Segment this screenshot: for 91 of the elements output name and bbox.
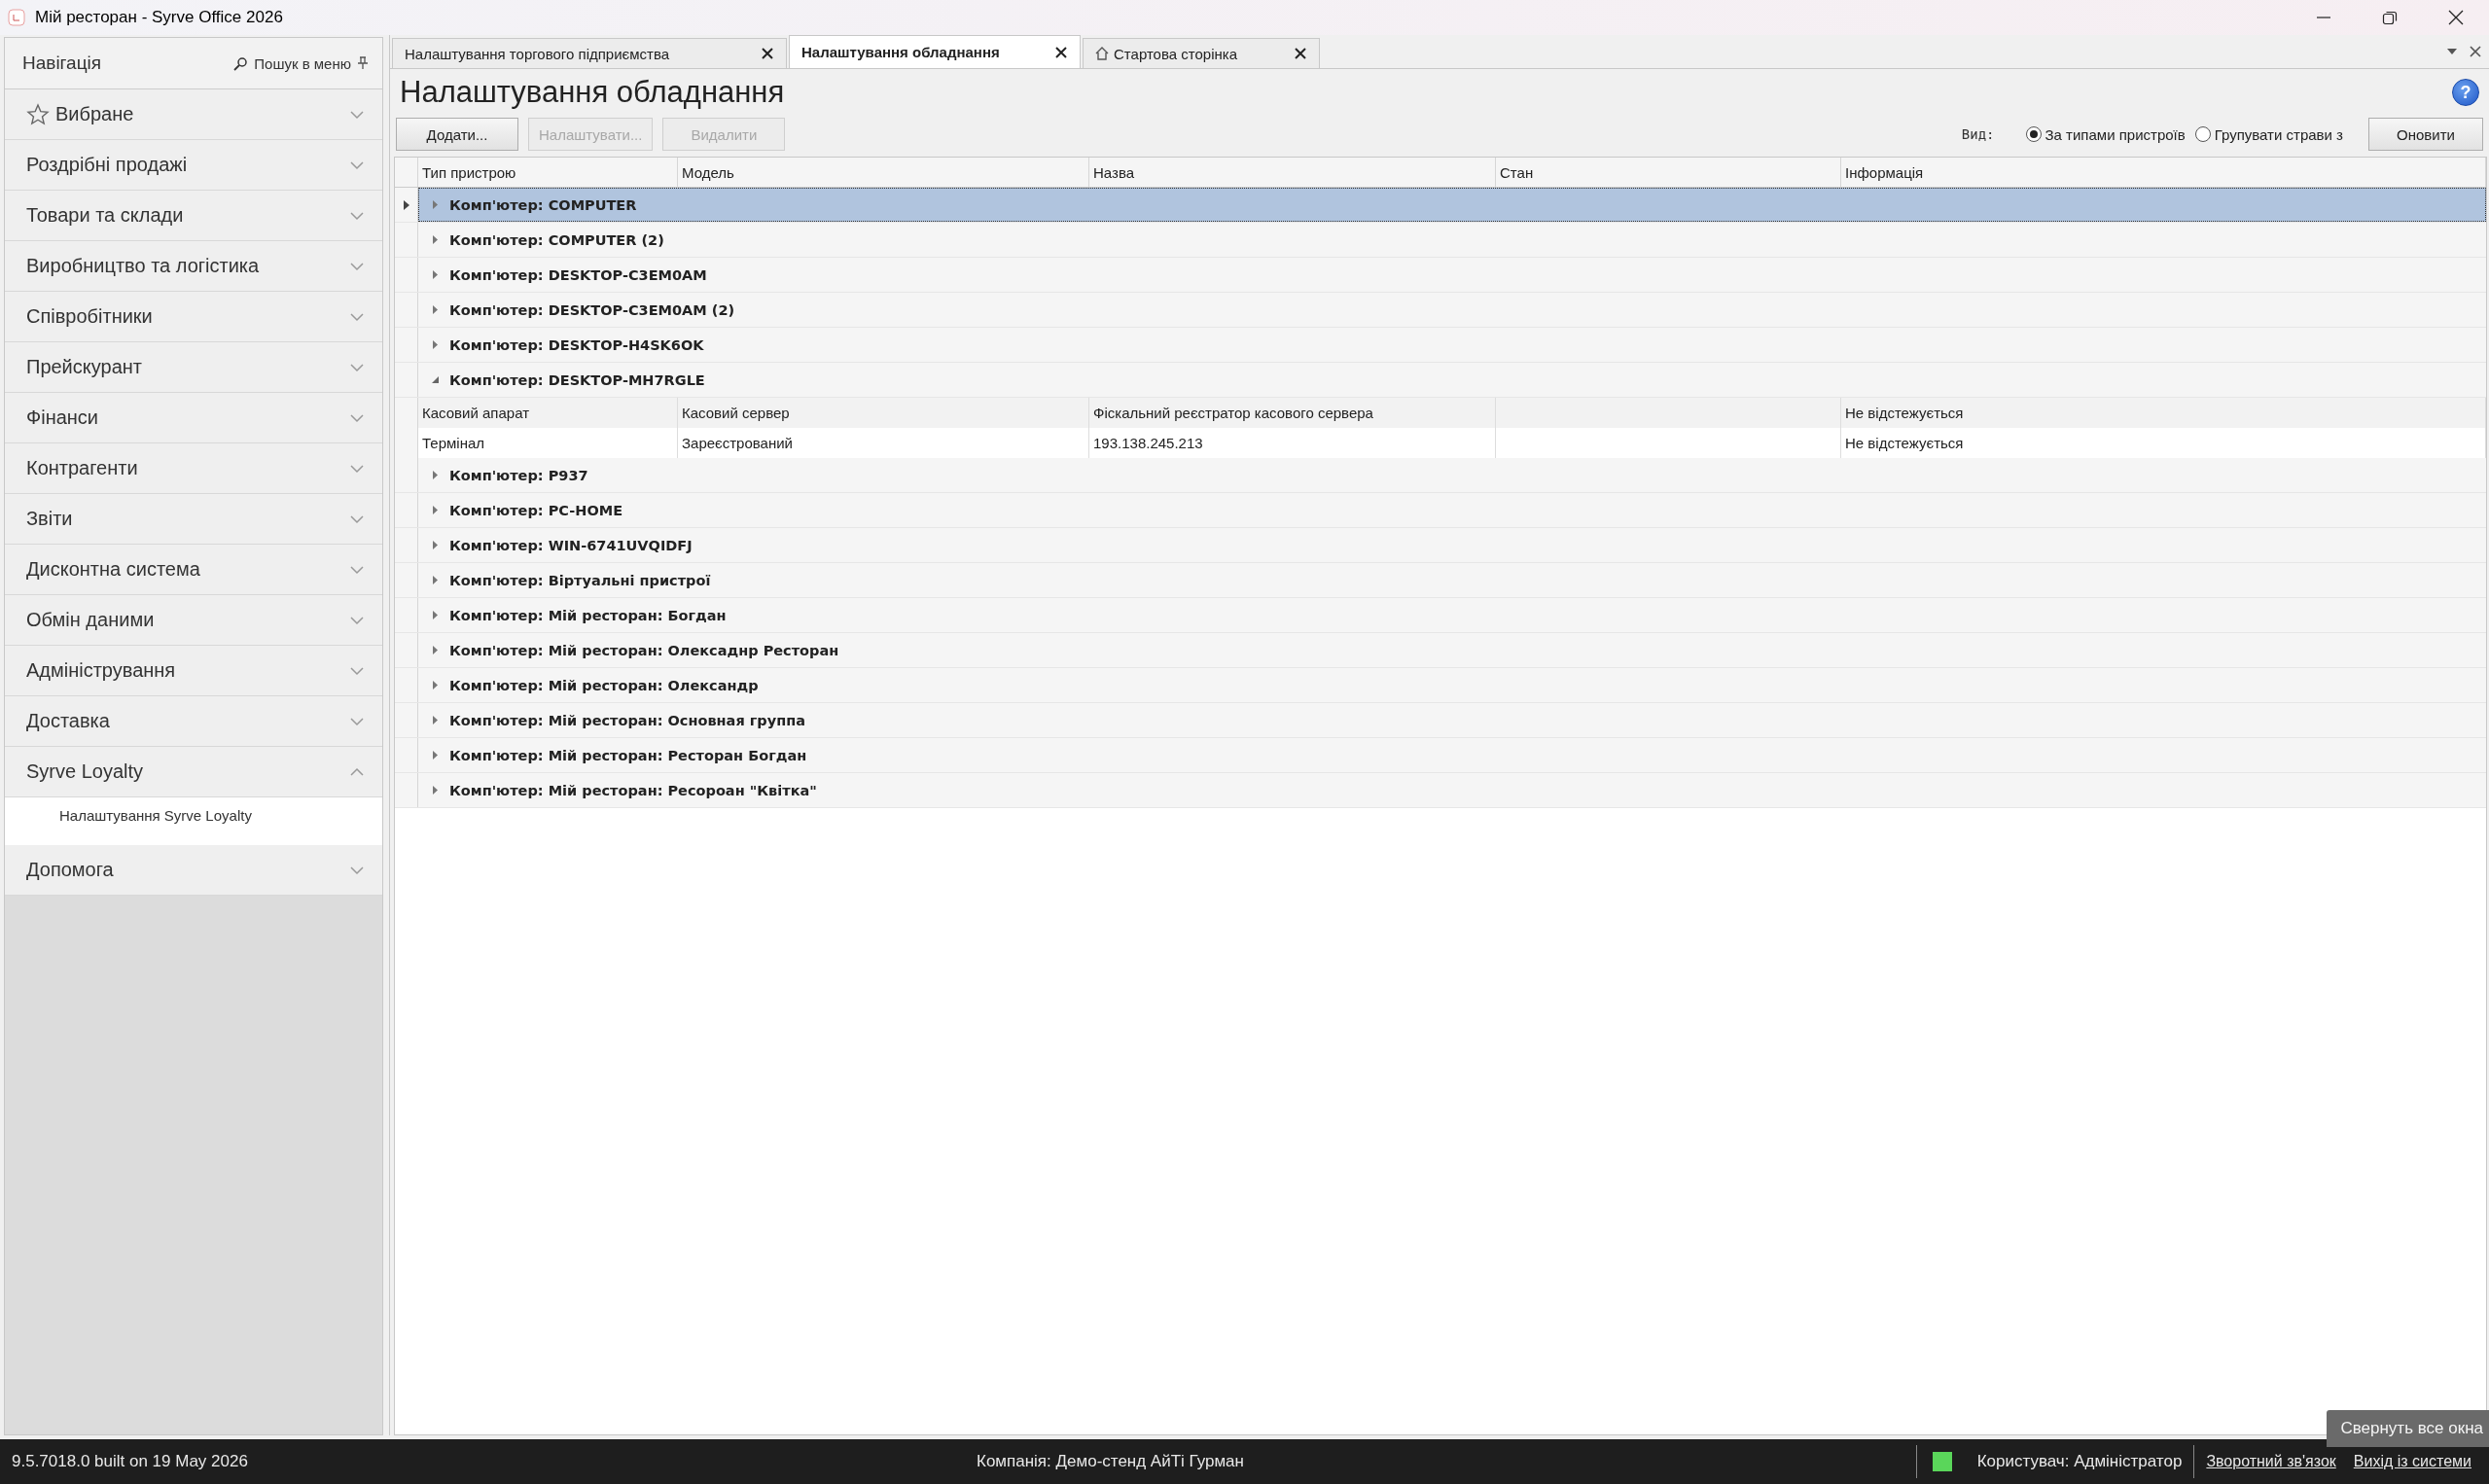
group-row[interactable]: Комп'ютер: COMPUTER <box>418 188 2486 222</box>
column-header[interactable]: Тип пристрою <box>418 158 678 187</box>
refresh-button[interactable]: Оновити <box>2368 118 2483 151</box>
group-label: Комп'ютер: Мій ресторан: Ресороан "Квітка" <box>449 782 817 798</box>
expand-icon[interactable] <box>430 715 440 725</box>
close-icon[interactable] <box>1294 47 1307 60</box>
view-label: Вид: <box>1961 126 1995 142</box>
home-icon <box>1095 47 1109 60</box>
table-cell: Не відстежується <box>1841 398 2486 428</box>
nav-section[interactable]: Допомога <box>5 845 382 896</box>
group-label: Комп'ютер: COMPUTER <box>449 196 637 213</box>
table-cell: Касовий апарат <box>418 398 678 428</box>
nav-section[interactable]: Контрагенти <box>5 443 382 494</box>
group-label: Комп'ютер: PC-HOME <box>449 502 623 518</box>
expand-icon[interactable] <box>430 269 440 280</box>
connection-status-icon <box>1932 1452 1952 1471</box>
expand-icon[interactable] <box>430 540 440 550</box>
group-label: Комп'ютер: Мій ресторан: Ресторан Богдан <box>449 747 807 763</box>
column-header[interactable]: Модель <box>678 158 1089 187</box>
expand-icon[interactable] <box>430 470 440 480</box>
nav-section[interactable]: Вибране <box>5 89 382 140</box>
close-icon[interactable] <box>2448 10 2464 25</box>
nav-section[interactable]: Фінанси <box>5 393 382 443</box>
collapse-icon[interactable] <box>430 374 440 385</box>
group-label: Комп'ютер: DESKTOP-MH7RGLE <box>449 371 705 388</box>
group-label: Комп'ютер: P937 <box>449 467 588 483</box>
table-cell: Фіскальний реєстратор касового сервера <box>1089 398 1496 428</box>
nav-section[interactable]: Виробництво та логістика <box>5 241 382 292</box>
dropdown-icon[interactable] <box>2446 47 2458 56</box>
menu-search-link[interactable]: Пошук в меню <box>254 54 351 72</box>
user-text: Користувач: Адміністратор <box>1976 1452 2183 1471</box>
minimize-all-button[interactable]: Свернуть все окна <box>2327 1410 2489 1447</box>
group-label: Комп'ютер: DESKTOP-C3EM0AM (2) <box>449 301 735 318</box>
table-cell: Касовий сервер <box>678 398 1089 428</box>
nav-section[interactable]: Співробітники <box>5 292 382 342</box>
restore-icon[interactable] <box>2382 10 2398 25</box>
window-title: Мій ресторан - Syrve Office 2026 <box>35 8 284 27</box>
search-icon[interactable] <box>233 55 249 71</box>
row-header-cell[interactable] <box>395 398 418 428</box>
nav-section[interactable]: Дисконтна система <box>5 545 382 595</box>
group-label: Комп'ютер: DESKTOP-H4SK6OK <box>449 336 704 353</box>
tab[interactable]: Налаштування обладнання <box>789 35 1081 68</box>
group-label: Комп'ютер: Мій ресторан: Основная группа <box>449 712 805 728</box>
column-header[interactable]: Інформація <box>1841 158 2486 187</box>
expand-icon[interactable] <box>430 610 440 620</box>
nav-section[interactable]: Доставка <box>5 696 382 747</box>
group-label: Комп'ютер: Віртуальні пристрої <box>449 572 711 588</box>
company-text: Компанія: Демо-стенд АйТі Гурман <box>976 1452 1245 1471</box>
column-header[interactable]: Назва <box>1089 158 1496 187</box>
nav-section[interactable]: Товари та склади <box>5 191 382 241</box>
close-icon[interactable] <box>1054 45 1068 59</box>
expand-icon[interactable] <box>430 750 440 760</box>
group-label: Комп'ютер: DESKTOP-C3EM0AM <box>449 266 707 283</box>
expand-icon[interactable] <box>430 199 440 210</box>
nav-section[interactable]: Syrve Loyalty <box>5 747 382 797</box>
radio-button[interactable] <box>2025 126 2042 142</box>
nav-section[interactable]: Прейскурант <box>5 342 382 393</box>
expand-icon[interactable] <box>430 785 440 795</box>
nav-section[interactable]: Роздрібні продажі <box>5 140 382 191</box>
pin-icon[interactable] <box>357 56 369 70</box>
nav-section[interactable]: Звіти <box>5 494 382 545</box>
column-header[interactable]: Стан <box>1496 158 1841 187</box>
tab[interactable]: Стартова сторінка <box>1083 38 1320 68</box>
status-link[interactable]: Вихід із системи <box>2353 1453 2471 1470</box>
page-title: Налаштування обладнання <box>400 75 786 110</box>
nav-section[interactable]: Адміністрування <box>5 646 382 696</box>
expand-icon[interactable] <box>430 575 440 585</box>
sidebar-title: Навігація <box>22 53 103 74</box>
group-label: Комп'ютер: Мій ресторан: Олексаднр Ресторан <box>449 642 839 658</box>
expand-icon[interactable] <box>430 339 440 350</box>
version-text: 9.5.7018.0 built on 19 May 2026 <box>12 1452 249 1471</box>
radio-option[interactable]: Групувати страви з <box>2194 125 2343 143</box>
group-label: Комп'ютер: Мій ресторан: Богдан <box>449 607 727 623</box>
expand-icon[interactable] <box>430 505 440 515</box>
radio-option[interactable]: За типами пристроїв <box>2025 125 2186 143</box>
toolbar-button[interactable]: Додати... <box>396 118 518 151</box>
close-icon[interactable] <box>2470 46 2481 57</box>
group-label: Комп'ютер: WIN-6741UVQIDFJ <box>449 537 693 553</box>
app-icon <box>8 9 25 26</box>
tab[interactable]: Налаштування торгового підприємства <box>392 38 787 68</box>
status-link[interactable]: Зворотний зв'язок <box>2206 1453 2336 1470</box>
group-label: Комп'ютер: COMPUTER (2) <box>449 231 664 248</box>
expand-icon[interactable] <box>430 645 440 655</box>
star-icon <box>26 102 50 126</box>
expand-icon[interactable] <box>430 304 440 315</box>
expand-icon[interactable] <box>430 680 440 690</box>
nav-section[interactable]: Обмін даними <box>5 595 382 646</box>
expand-icon[interactable] <box>430 234 440 245</box>
close-icon[interactable] <box>761 47 774 60</box>
radio-button[interactable] <box>2194 126 2211 142</box>
group-label: Комп'ютер: Мій ресторан: Олександр <box>449 677 759 693</box>
